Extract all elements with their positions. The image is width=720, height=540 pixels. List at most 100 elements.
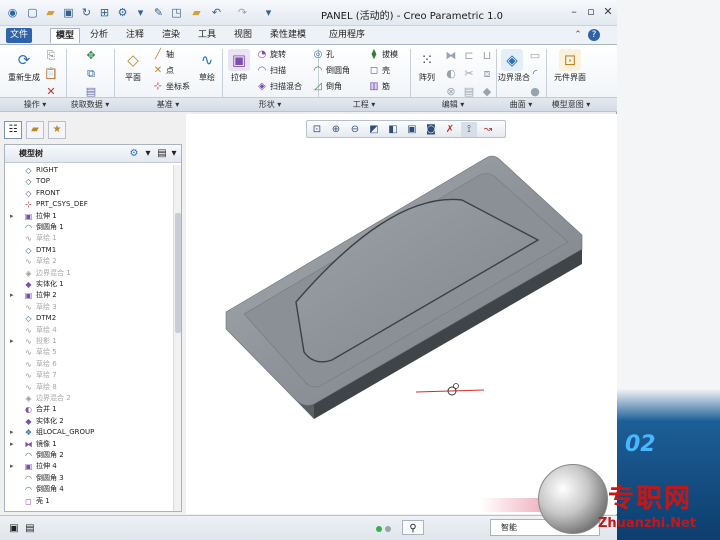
tree-item[interactable]: ◐ 合并 1 [5, 404, 173, 415]
style-icon[interactable]: ◜ [528, 67, 542, 81]
tab-render[interactable]: 渲染 [158, 28, 184, 43]
project-icon[interactable]: ⊔ [480, 49, 494, 63]
offset-icon[interactable]: ⧈ [480, 67, 494, 81]
pattern-button[interactable]: ⁙ 阵列 [414, 49, 440, 83]
tree-item[interactable]: ◠ 倒圆角 3 [5, 473, 173, 484]
tree-item[interactable]: ∿ 草绘 1 [5, 233, 173, 244]
open-icon[interactable]: ▰ [44, 6, 57, 19]
saved-views-icon[interactable]: ▣ [404, 122, 420, 137]
tree-settings-icon[interactable]: ⚙ [127, 147, 141, 161]
maximize-icon[interactable]: ▫ [583, 5, 599, 19]
collapse-ribbon-icon[interactable]: ⌃ [572, 29, 584, 41]
tab-applications[interactable]: 应用程序 [322, 28, 372, 43]
repaint-icon[interactable]: ◩ [366, 122, 382, 137]
regenerate-button[interactable]: ⟳ 重新生成 [6, 49, 42, 83]
tree-item[interactable]: ▸ ▣ 拉伸 1 [5, 211, 173, 222]
expand-arrow-icon[interactable]: ▸ [10, 427, 17, 438]
tree-item[interactable]: ◈ 边界混合 1 [5, 268, 173, 279]
close-icon[interactable]: ✕ [600, 5, 616, 19]
tree-item[interactable]: ◇ TOP [5, 176, 173, 187]
tab-view[interactable]: 视图 [230, 28, 256, 43]
tree-item[interactable]: ◠ 倒圆角 4 [5, 484, 173, 495]
copy-icon[interactable]: ⎘ [44, 49, 58, 63]
extend-icon[interactable]: ⊏ [462, 49, 476, 63]
help-icon[interactable]: ? [588, 29, 600, 41]
graphics-area[interactable] [186, 114, 617, 514]
draft-button[interactable]: ⧫ 拔模 [368, 48, 398, 62]
tree-item[interactable]: ◇ FRONT [5, 188, 173, 199]
save-icon[interactable]: ▣ [62, 6, 75, 19]
datum-display-icon[interactable]: ✗ [442, 122, 458, 137]
shading-icon[interactable]: ◧ [385, 122, 401, 137]
tree-item[interactable]: ◈ 边界混合 2 [5, 393, 173, 404]
chamfer-button[interactable]: ◿ 倒角 [312, 80, 342, 94]
merge-icon[interactable]: ◐ [444, 67, 458, 81]
csys-button[interactable]: ⊹ 坐标系 [152, 80, 190, 94]
hole-button[interactable]: ◎ 孔 [312, 48, 334, 62]
copy-geometry-icon[interactable]: ⧉ [84, 67, 98, 81]
shell-button[interactable]: ◻ 壳 [368, 64, 390, 78]
point-button[interactable]: ✕ 点 [152, 64, 174, 78]
model-tree-tab-icon[interactable]: ☷ [4, 121, 22, 139]
rib-button[interactable]: ▥ 筋 [368, 80, 390, 94]
app-logo-icon[interactable]: ◉ [6, 6, 19, 19]
group-editing[interactable]: 编辑 ▾ [410, 99, 496, 111]
undo-icon[interactable]: ↶ [210, 6, 223, 19]
tree-item[interactable]: ▸ ▣ 拉伸 4 [5, 461, 173, 472]
group-surfaces[interactable]: 曲面 ▾ [496, 99, 546, 111]
round-button[interactable]: ◠ 倒圆角 [312, 64, 350, 78]
tab-file[interactable]: 文件 [6, 28, 32, 43]
tree-item[interactable]: ◠ 倒圆角 2 [5, 450, 173, 461]
tree-item[interactable]: ▸ ▣ 拉伸 2 [5, 290, 173, 301]
swept-blend-button[interactable]: ◈ 扫描混合 [256, 80, 302, 94]
browser-toggle-icon[interactable]: ▤ [22, 521, 38, 536]
group-operations[interactable]: 操作 ▾ [4, 99, 66, 111]
group-model-intent[interactable]: 模型意图 ▾ [546, 99, 596, 111]
zoom-in-icon[interactable]: ⊕ [328, 122, 344, 137]
tree-item[interactable]: ◇ DTM1 [5, 245, 173, 256]
tree-item[interactable]: ∿ 草绘 6 [5, 359, 173, 370]
dropdown-icon[interactable]: ▾ [167, 147, 181, 161]
tree-item[interactable]: ⊹ PRT_CSYS_DEF [5, 199, 173, 210]
spin-center-icon[interactable]: ⟟ [461, 122, 477, 137]
tree-item[interactable]: ◻ 壳 1 [5, 496, 173, 507]
expand-arrow-icon[interactable]: ▸ [10, 336, 17, 347]
expand-arrow-icon[interactable]: ▸ [10, 290, 17, 301]
redo-icon[interactable]: ↷ [236, 6, 249, 19]
group-get-data[interactable]: 获取数据 ▾ [66, 99, 114, 111]
favorites-tab-icon[interactable]: ★ [48, 121, 66, 139]
sketch-button[interactable]: ∿ 草绘 [194, 49, 220, 83]
group-engineering[interactable]: 工程 ▾ [318, 99, 410, 111]
plane-button[interactable]: ◇ 平面 [118, 49, 148, 83]
open-icon[interactable]: ▰ [190, 6, 203, 19]
tree-item[interactable]: ▸ ∿ 投影 1 [5, 336, 173, 347]
sweep-button[interactable]: ◠ 扫描 [256, 64, 286, 78]
tree-item[interactable]: ▸ ⧓ 镜像 1 [5, 439, 173, 450]
expand-arrow-icon[interactable]: ▸ [10, 439, 17, 450]
tree-item[interactable]: ∿ 草绘 8 [5, 382, 173, 393]
tab-tools[interactable]: 工具 [194, 28, 220, 43]
tree-item[interactable]: ◆ 实体化 2 [5, 416, 173, 427]
boundary-blend-button[interactable]: ◈ 边界混合 [498, 49, 530, 83]
tree-item[interactable]: ∿ 草绘 7 [5, 370, 173, 381]
tab-model[interactable]: 模型 [50, 28, 80, 43]
find-icon[interactable]: ⚲ [402, 520, 424, 535]
extrude-button[interactable]: ▣ 拉伸 [226, 49, 252, 83]
minimize-icon[interactable]: – [566, 5, 582, 19]
paste-icon[interactable]: 📋 [44, 67, 58, 81]
regenerate-icon[interactable]: ↻ [80, 6, 93, 19]
tree-item[interactable]: ◠ 倒圆角 1 [5, 222, 173, 233]
expand-arrow-icon[interactable]: ▸ [10, 211, 17, 222]
scrollbar-thumb[interactable] [175, 213, 181, 333]
dropdown-icon[interactable]: ▾ [141, 147, 155, 161]
axis-button[interactable]: ╱ 轴 [152, 48, 174, 62]
settings-icon[interactable]: ⚙ [116, 6, 129, 19]
tab-annotate[interactable]: 注释 [122, 28, 148, 43]
folder-browser-tab-icon[interactable]: ▰ [26, 121, 44, 139]
navigator-toggle-icon[interactable]: ▣ [6, 521, 22, 536]
mirror-icon[interactable]: ⧓ [444, 49, 458, 63]
tab-flexible-modeling[interactable]: 柔性建模 [262, 28, 314, 43]
tree-item[interactable]: ◇ RIGHT [5, 165, 173, 176]
window-icon[interactable]: ⊞ [98, 6, 111, 19]
tree-item[interactable]: ∿ 草绘 2 [5, 256, 173, 267]
